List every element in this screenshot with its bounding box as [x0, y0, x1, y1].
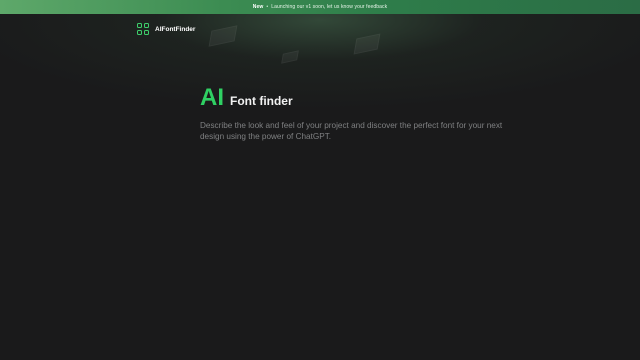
- banner-message: Launching our v1 soon, let us know your …: [271, 4, 388, 10]
- decorative-card: [281, 50, 299, 64]
- banner-separator: •: [266, 4, 269, 10]
- hero-title-rest: Font finder: [230, 94, 293, 108]
- hero-title: AI Font finder: [200, 86, 510, 110]
- hero-section: AI Font finder Describe the look and fee…: [200, 86, 510, 150]
- announcement-banner[interactable]: New • Launching our v1 soon, let us know…: [0, 0, 640, 14]
- brand-link[interactable]: AIFontFinder: [137, 23, 195, 35]
- decorative-card: [353, 33, 381, 55]
- brand-name: AIFontFinder: [155, 25, 196, 33]
- four-squares-icon: [137, 23, 149, 35]
- hero-description: Describe the look and feel of your proje…: [200, 121, 503, 141]
- decorative-card: [208, 25, 238, 47]
- new-badge: New: [252, 4, 264, 10]
- hero-title-highlight: AI: [200, 84, 224, 111]
- page: New • Launching our v1 soon, let us know…: [0, 0, 640, 360]
